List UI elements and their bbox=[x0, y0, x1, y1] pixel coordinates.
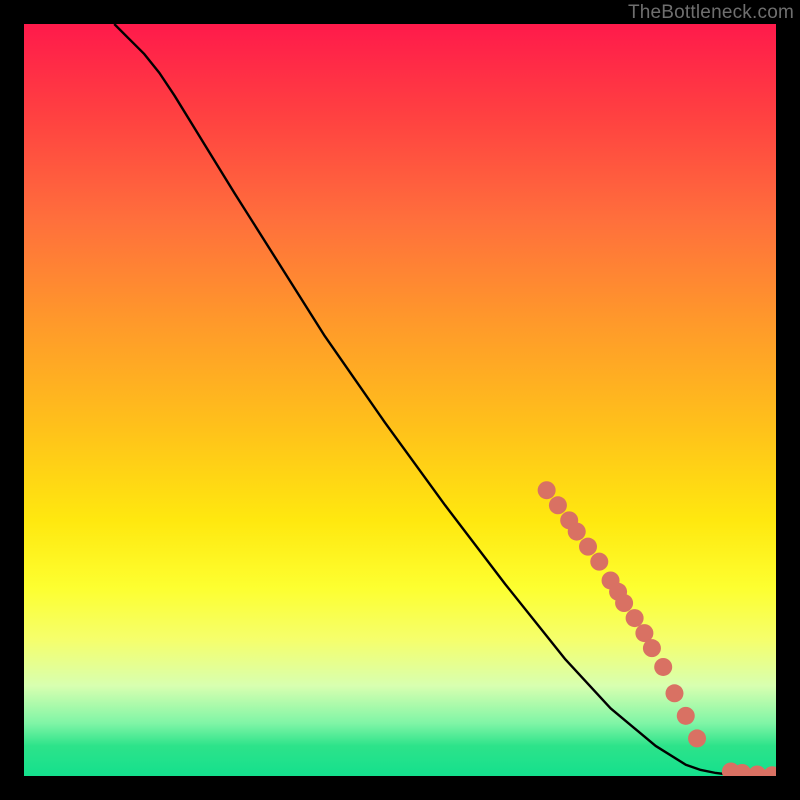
chart-frame: TheBottleneck.com bbox=[0, 0, 800, 800]
data-point bbox=[677, 707, 695, 725]
data-point bbox=[688, 729, 706, 747]
data-point bbox=[579, 538, 597, 556]
chart-overlay bbox=[24, 24, 776, 776]
marker-group bbox=[538, 481, 776, 776]
curve-line bbox=[114, 24, 776, 776]
data-point bbox=[665, 684, 683, 702]
data-point bbox=[615, 594, 633, 612]
data-point bbox=[568, 523, 586, 541]
data-point bbox=[538, 481, 556, 499]
data-point bbox=[590, 553, 608, 571]
data-point bbox=[626, 609, 644, 627]
data-point bbox=[643, 639, 661, 657]
data-point bbox=[654, 658, 672, 676]
data-point bbox=[763, 766, 776, 776]
attribution-label: TheBottleneck.com bbox=[628, 2, 794, 24]
plot-area bbox=[24, 24, 776, 776]
data-point bbox=[549, 496, 567, 514]
